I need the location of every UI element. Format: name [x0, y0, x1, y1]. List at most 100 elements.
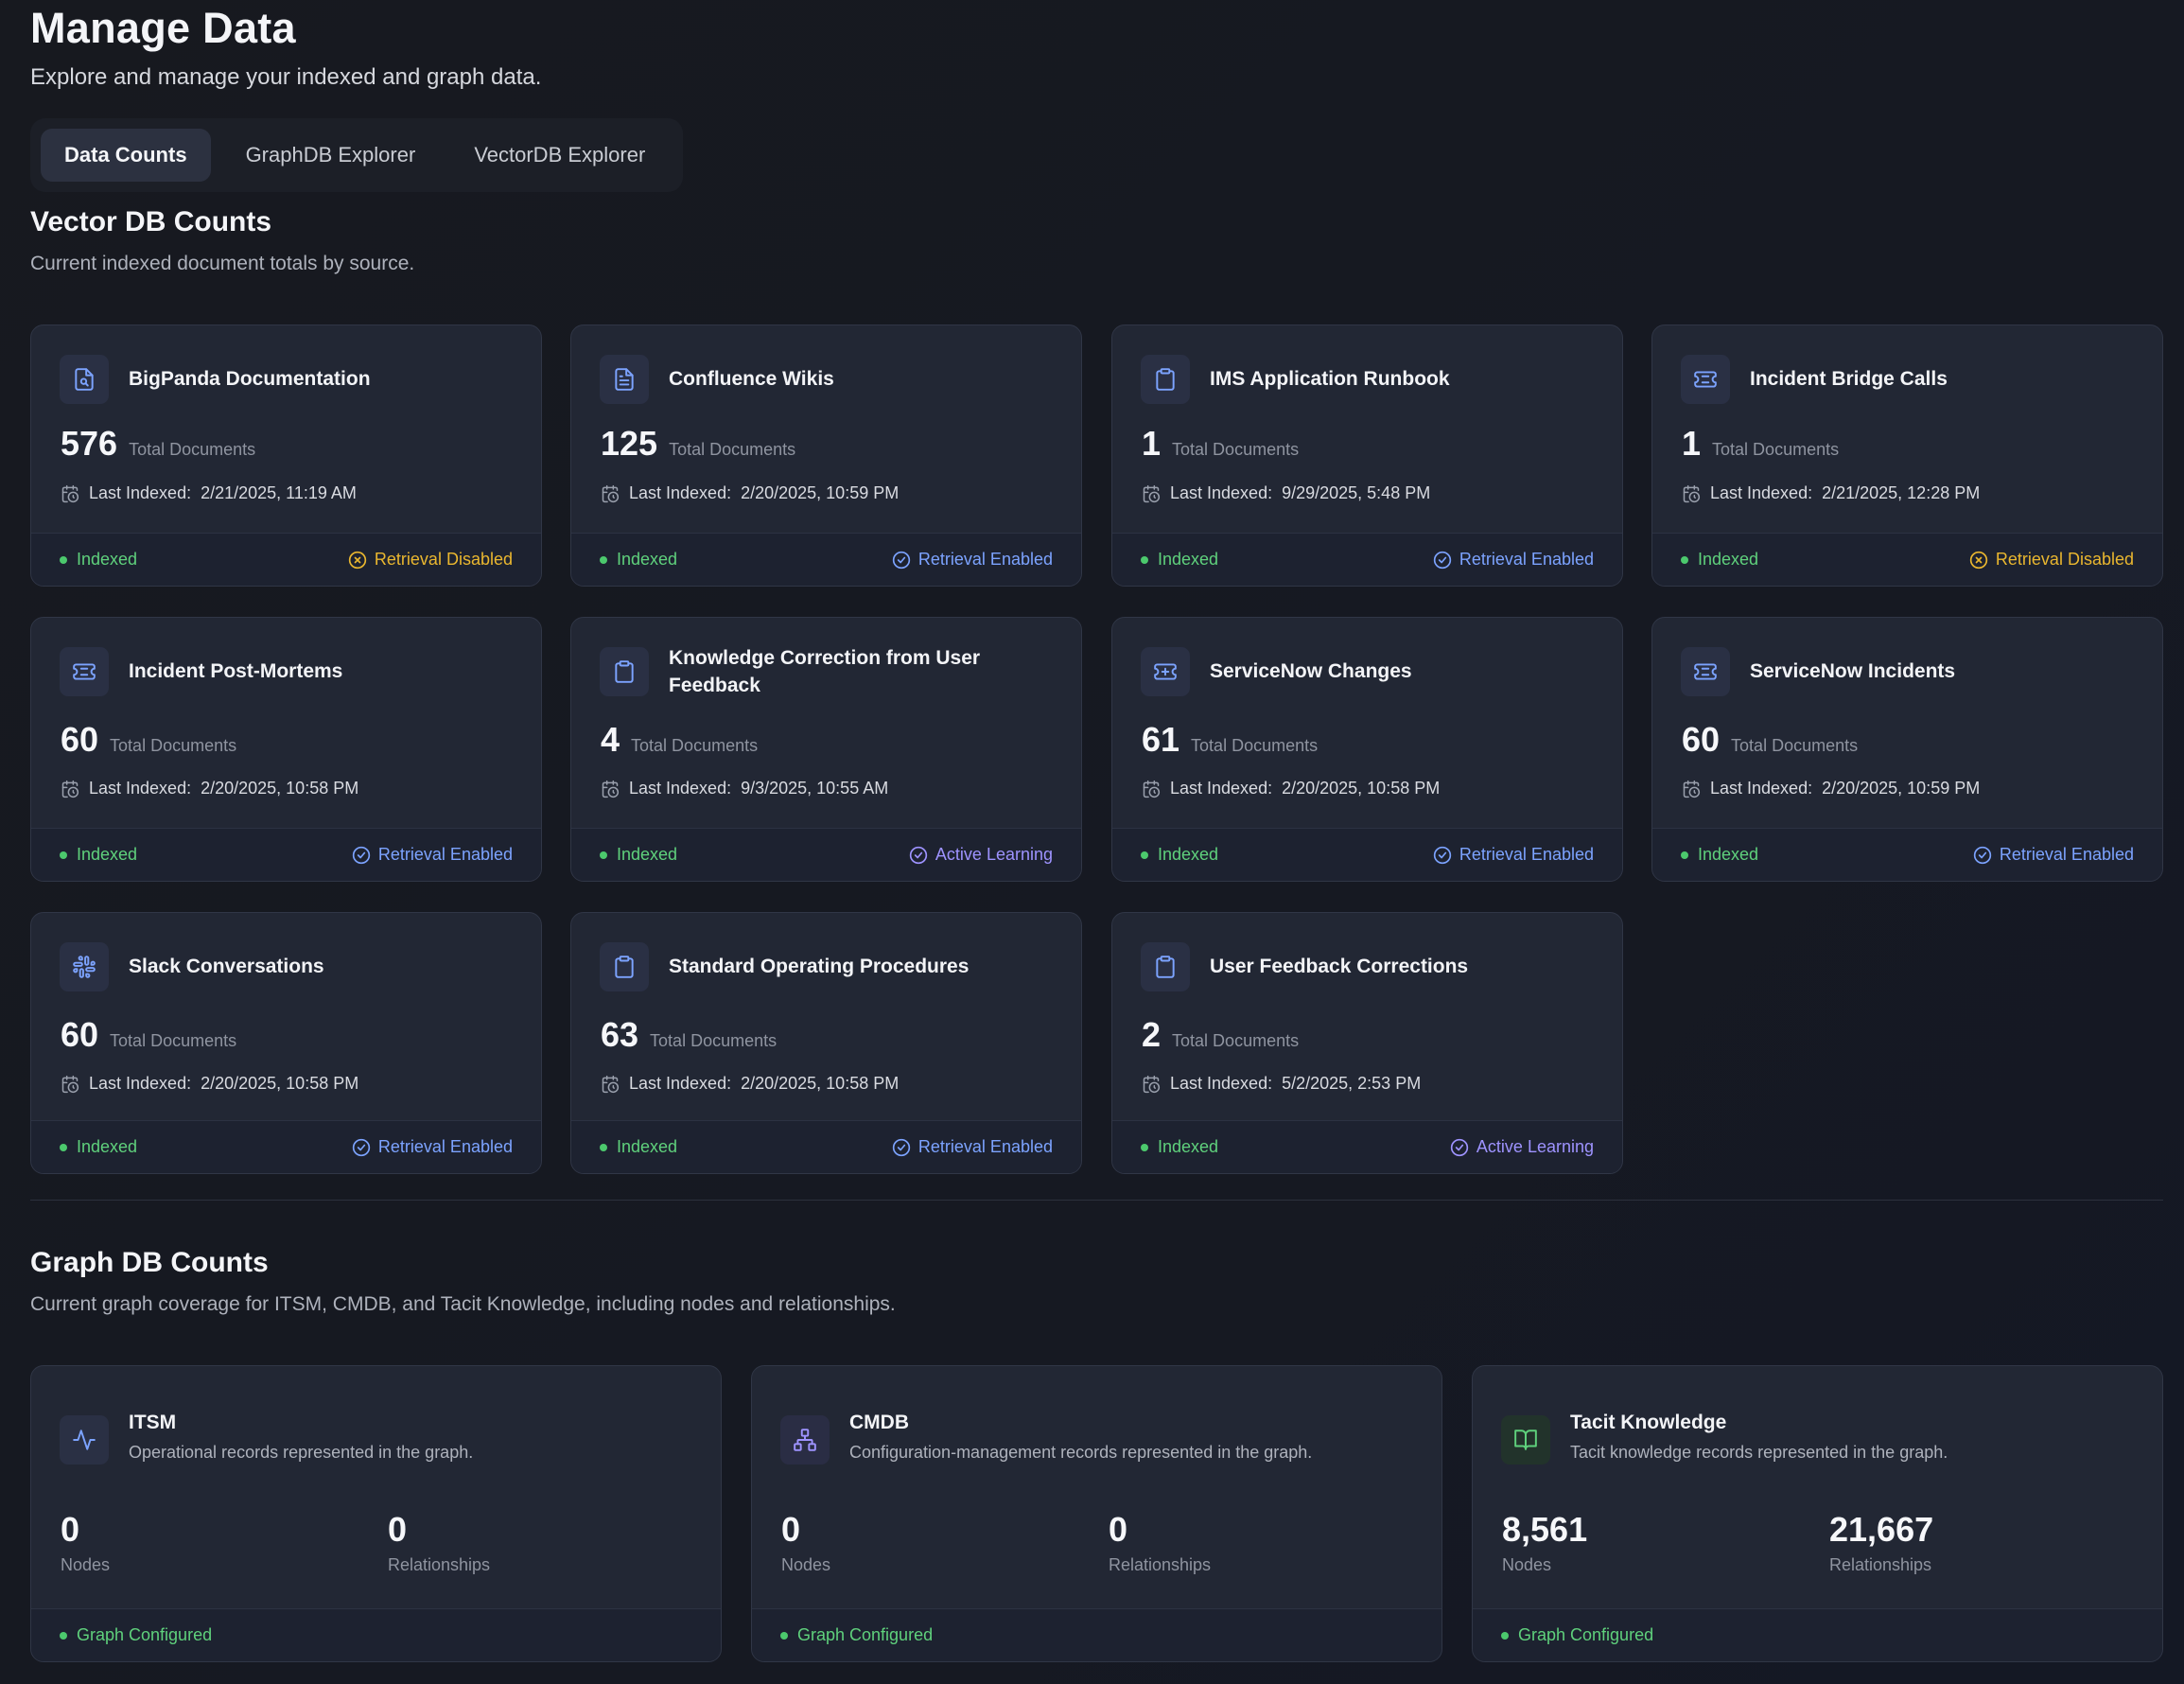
retrieval-badge: Retrieval Enabled	[1433, 845, 1594, 865]
document-count-label: Total Documents	[1731, 736, 1859, 755]
retrieval-badge: Retrieval Enabled	[892, 1137, 1053, 1157]
document-count-row: 60 Total Documents	[1682, 720, 1858, 760]
page-subtitle: Explore and manage your indexed and grap…	[30, 64, 542, 90]
status-dot-icon	[600, 851, 607, 859]
vector-source-card[interactable]: User Feedback Corrections 2 Total Docume…	[1111, 912, 1623, 1174]
tab-data-counts[interactable]: Data Counts	[41, 129, 211, 182]
calendar-clock-icon	[61, 780, 79, 798]
relationships-label: Relationships	[1109, 1555, 1212, 1574]
nodes-metric: 0 Nodes	[781, 1510, 830, 1575]
tab-graphdb-explorer[interactable]: GraphDB Explorer	[222, 129, 440, 182]
last-indexed-value: 2/20/2025, 10:58 PM	[201, 1074, 359, 1093]
last-indexed-label: Last Indexed:	[1170, 1074, 1273, 1093]
retrieval-badge-label: Retrieval Enabled	[1999, 845, 2134, 864]
last-indexed-row: Last Indexed: 5/2/2025, 2:53 PM	[1142, 1074, 1421, 1094]
status-dot-icon	[1681, 555, 1688, 564]
check-circle-icon	[909, 846, 928, 865]
check-circle-icon	[1433, 551, 1452, 570]
file-text-icon	[600, 355, 649, 404]
last-indexed-value: 2/21/2025, 12:28 PM	[1822, 483, 1981, 502]
last-indexed-value: 2/21/2025, 11:19 AM	[201, 483, 357, 502]
relationships-count: 0	[1109, 1510, 1128, 1549]
document-count: 1	[1142, 424, 1162, 463]
graph-configured-status: Graph Configured	[780, 1625, 933, 1645]
card-footer: Indexed Retrieval Disabled	[31, 533, 541, 586]
card-footer: Graph Configured	[31, 1608, 721, 1661]
calendar-clock-icon	[61, 484, 79, 503]
indexed-status-label: Indexed	[617, 550, 678, 569]
indexed-status-label: Indexed	[617, 1137, 678, 1156]
ticket-icon	[60, 647, 109, 696]
last-indexed-row: Last Indexed: 2/20/2025, 10:58 PM	[61, 779, 358, 798]
document-count: 60	[61, 720, 99, 759]
nodes-label: Nodes	[1502, 1555, 1552, 1574]
vector-source-card[interactable]: ServiceNow Incidents 60 Total Documents …	[1651, 617, 2163, 882]
retrieval-badge-label: Retrieval Enabled	[1459, 550, 1594, 569]
check-circle-icon	[892, 551, 911, 570]
clipboard-icon	[1141, 355, 1190, 404]
last-indexed-label: Last Indexed:	[629, 779, 732, 798]
retrieval-badge-label: Retrieval Enabled	[1459, 845, 1594, 864]
x-circle-icon	[348, 551, 367, 570]
indexed-status-label: Indexed	[617, 845, 678, 864]
card-footer: Indexed Retrieval Enabled	[571, 1120, 1081, 1173]
vector-source-card[interactable]: Confluence Wikis 125 Total Documents Las…	[570, 325, 1082, 587]
document-count: 125	[601, 424, 658, 463]
nodes-metric: 8,561 Nodes	[1502, 1510, 1587, 1575]
tab-vectordb-explorer[interactable]: VectorDB Explorer	[450, 129, 669, 182]
last-indexed-row: Last Indexed: 2/20/2025, 10:58 PM	[61, 1074, 358, 1094]
retrieval-badge: Retrieval Disabled	[348, 550, 513, 570]
vector-source-card[interactable]: Incident Bridge Calls 1 Total Documents …	[1651, 325, 2163, 587]
calendar-clock-icon	[1682, 484, 1701, 503]
graph-configured-status: Graph Configured	[1501, 1625, 1653, 1645]
retrieval-badge-label: Retrieval Enabled	[917, 550, 1053, 569]
card-footer: Indexed Retrieval Enabled	[1112, 533, 1622, 586]
document-count-row: 2 Total Documents	[1142, 1015, 1299, 1055]
indexed-status: Indexed	[600, 550, 677, 570]
vector-source-card[interactable]: ServiceNow Changes 61 Total Documents La…	[1111, 617, 1623, 882]
indexed-status-label: Indexed	[1158, 845, 1219, 864]
retrieval-badge: Active Learning	[1450, 1137, 1594, 1157]
source-name: IMS Application Runbook	[1210, 368, 1450, 390]
indexed-status: Indexed	[60, 550, 137, 570]
vector-source-card[interactable]: Slack Conversations 60 Total Documents L…	[30, 912, 542, 1174]
document-count-label: Total Documents	[1172, 1031, 1300, 1050]
retrieval-badge: Retrieval Enabled	[892, 550, 1053, 570]
source-name: Incident Bridge Calls	[1750, 368, 1948, 390]
document-count-row: 1 Total Documents	[1682, 424, 1839, 464]
ticket-icon	[1681, 355, 1730, 404]
last-indexed-label: Last Indexed:	[629, 1074, 732, 1093]
calendar-clock-icon	[61, 1075, 79, 1094]
status-dot-icon	[1141, 1143, 1148, 1151]
vector-source-card[interactable]: Standard Operating Procedures 63 Total D…	[570, 912, 1082, 1174]
graph-section-title: Graph DB Counts	[30, 1247, 269, 1278]
document-count: 2	[1142, 1015, 1162, 1054]
graph-domain-card[interactable]: CMDB Configuration-management records re…	[751, 1365, 1442, 1662]
retrieval-badge-label: Retrieval Disabled	[1995, 550, 2134, 569]
document-count-row: 60 Total Documents	[61, 720, 236, 760]
vector-source-card[interactable]: BigPanda Documentation 576 Total Documen…	[30, 325, 542, 587]
last-indexed-row: Last Indexed: 9/3/2025, 10:55 AM	[601, 779, 888, 798]
indexed-status: Indexed	[1141, 845, 1218, 865]
vector-source-card[interactable]: IMS Application Runbook 1 Total Document…	[1111, 325, 1623, 587]
retrieval-badge-label: Retrieval Enabled	[377, 1137, 513, 1156]
calendar-clock-icon	[1142, 484, 1161, 503]
graph-domain-name: CMDB	[849, 1412, 909, 1433]
vector-section-title: Vector DB Counts	[30, 206, 272, 237]
last-indexed-label: Last Indexed:	[89, 1074, 192, 1093]
status-dot-icon	[600, 555, 607, 564]
calendar-clock-icon	[1142, 1075, 1161, 1094]
relationships-label: Relationships	[388, 1555, 491, 1574]
graph-domain-card[interactable]: ITSM Operational records represented in …	[30, 1365, 722, 1662]
calendar-clock-icon	[1142, 780, 1161, 798]
clipboard-icon	[600, 942, 649, 991]
graph-domain-name: Tacit Knowledge	[1570, 1412, 1727, 1433]
document-count: 576	[61, 424, 118, 463]
last-indexed-value: 5/2/2025, 2:53 PM	[1282, 1074, 1422, 1093]
vector-source-card[interactable]: Knowledge Correction from User Feedback …	[570, 617, 1082, 882]
document-count-row: 576 Total Documents	[61, 424, 255, 464]
vector-source-card[interactable]: Incident Post-Mortems 60 Total Documents…	[30, 617, 542, 882]
retrieval-badge: Retrieval Disabled	[1969, 550, 2134, 570]
indexed-status: Indexed	[1141, 1137, 1218, 1157]
graph-domain-card[interactable]: Tacit Knowledge Tacit knowledge records …	[1472, 1365, 2163, 1662]
